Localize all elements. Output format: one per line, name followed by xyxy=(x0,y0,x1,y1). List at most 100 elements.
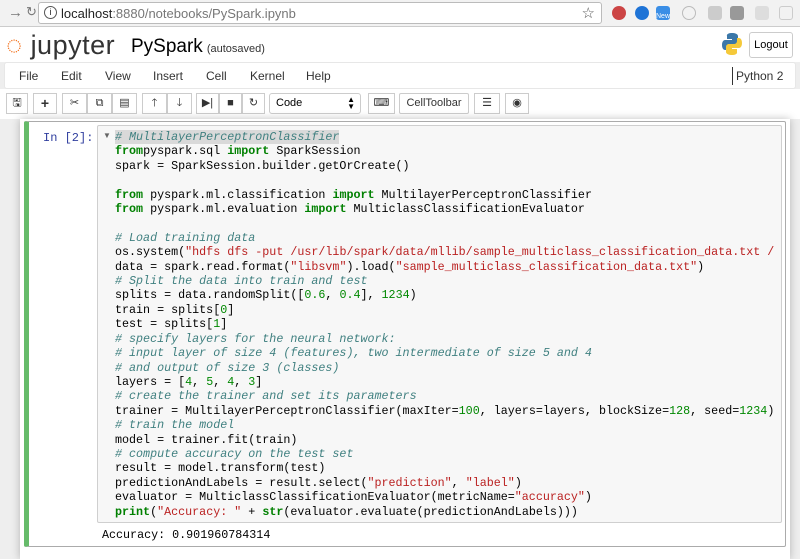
jupyter-logo[interactable]: ◌ jupyter xyxy=(6,30,115,61)
code-token: , xyxy=(325,288,340,303)
interrupt-button[interactable]: ■ xyxy=(219,93,242,114)
code-token: # specify layers for the neural network: xyxy=(115,331,396,346)
code-token: # train the model xyxy=(115,418,235,433)
code-line: os.system("hdfs dfs -put /usr/lib/spark/… xyxy=(115,245,774,259)
save-button[interactable]: 🖫 xyxy=(6,93,28,114)
paste-button[interactable]: ▤ xyxy=(112,93,137,114)
table-of-contents-button[interactable]: ☰ xyxy=(474,93,500,114)
code-token: from xyxy=(115,144,144,159)
menu-file[interactable]: File xyxy=(19,69,38,83)
menu-insert[interactable]: Insert xyxy=(153,69,183,83)
logo-text: jupyter xyxy=(30,30,116,60)
code-line: result = model.transform(test) xyxy=(115,461,774,475)
code-token: from xyxy=(115,187,144,202)
new-badge: New xyxy=(656,13,671,20)
celltoolbar-button[interactable]: CellToolbar xyxy=(399,93,469,114)
code-token: predictionAndLabels = result.select( xyxy=(115,475,368,490)
code-token: # create the trainer and set its paramet… xyxy=(115,389,417,404)
move-down-button[interactable]: 🡓 xyxy=(167,93,192,114)
code-token: "label" xyxy=(465,475,515,490)
code-token: ) xyxy=(409,288,417,303)
code-text[interactable]: # MultilayerPerceptronClassifier frompysp… xyxy=(115,130,774,519)
code-token: # compute accuracy on the test set xyxy=(115,446,354,461)
run-button[interactable]: ▶| xyxy=(196,93,219,114)
info-icon[interactable]: i xyxy=(44,6,57,19)
code-token: train = splits[ xyxy=(115,302,221,317)
code-token: data = spark.read.format( xyxy=(115,259,291,274)
code-token: 1234 xyxy=(381,288,410,303)
address-bar[interactable]: i localhost:8880/notebooks/PySpark.ipynb… xyxy=(38,2,602,24)
code-token: MultilayerPerceptronClassifier xyxy=(374,187,592,202)
code-token: , xyxy=(451,475,466,490)
code-line: splits = data.randomSplit([0.6, 0.4], 12… xyxy=(115,288,774,302)
fold-arrow-icon[interactable]: ▼ xyxy=(103,131,111,140)
code-token: import xyxy=(332,187,375,202)
code-token: spark = SparkSession.builder.getOrCreate… xyxy=(115,158,410,173)
code-line: print("Accuracy: " + str(evaluator.evalu… xyxy=(115,505,774,519)
code-line: # train the model xyxy=(115,418,774,432)
code-token: result = model.transform(test) xyxy=(115,461,326,476)
copy-button[interactable]: ⧉ xyxy=(87,93,112,114)
move-up-button[interactable]: 🡑 xyxy=(142,93,167,114)
menu-cell[interactable]: Cell xyxy=(206,69,227,83)
notebook-title[interactable]: PySpark (autosaved) xyxy=(131,36,265,58)
dropbox-icon[interactable] xyxy=(708,6,722,20)
reload-icon[interactable]: ↻ xyxy=(26,4,37,20)
code-token: , xyxy=(213,374,228,389)
code-token: 1234 xyxy=(739,403,768,418)
extension-b-icon[interactable] xyxy=(779,6,793,20)
code-token: , xyxy=(234,374,249,389)
code-token: model = trainer.fit(train) xyxy=(115,432,298,447)
code-line: train = splits[0] xyxy=(115,303,774,317)
code-line: trainer = MultilayerPerceptronClassifier… xyxy=(115,404,774,418)
code-token: # input layer of size 4 (features), two … xyxy=(115,346,592,361)
menu-help[interactable]: Help xyxy=(306,69,331,83)
menu-kernel[interactable]: Kernel xyxy=(250,69,285,83)
code-line: # MultilayerPerceptronClassifier xyxy=(115,130,774,144)
code-token: # Load training data xyxy=(115,230,256,245)
cell-type-select[interactable]: Code ▲ ▼ xyxy=(269,93,361,114)
keyboard-shortcuts-button[interactable]: ⌨ xyxy=(368,93,395,114)
code-token: ], xyxy=(360,288,382,303)
extension-blue-icon[interactable] xyxy=(635,6,649,20)
cut-button[interactable]: ✂ xyxy=(62,93,87,114)
notebook-name[interactable]: PySpark xyxy=(131,36,203,57)
code-editor[interactable]: # MultilayerPerceptronClassifier frompysp… xyxy=(97,125,782,523)
bookmark-star-icon[interactable]: ☆ xyxy=(582,4,595,22)
code-token: trainer = MultilayerPerceptronClassifier… xyxy=(115,403,459,418)
code-line: spark = SparkSession.builder.getOrCreate… xyxy=(115,159,774,173)
code-line: data = spark.read.format("libsvm").load(… xyxy=(115,260,774,274)
code-line: # specify layers for the neural network: xyxy=(115,332,774,346)
code-token: import xyxy=(304,202,347,217)
code-token: , xyxy=(192,374,207,389)
insert-cell-button[interactable]: + xyxy=(33,93,57,114)
code-token: 0.4 xyxy=(339,288,361,303)
code-line: evaluator = MulticlassClassificationEval… xyxy=(115,490,774,504)
menu-edit[interactable]: Edit xyxy=(61,69,82,83)
forward-icon[interactable]: → xyxy=(8,4,23,21)
logout-button[interactable]: Logout xyxy=(749,32,793,58)
drive-icon[interactable] xyxy=(755,6,769,20)
code-line: from pyspark.ml.classification import Mu… xyxy=(115,188,774,202)
cell-type-value: Code xyxy=(276,97,303,109)
code-token: # Split the data into train and test xyxy=(115,274,368,289)
select-arrows-icon: ▲ ▼ xyxy=(347,95,355,111)
autosave-status: (autosaved) xyxy=(206,43,265,55)
code-token: ) xyxy=(767,403,775,418)
code-line: predictionAndLabels = result.select("pre… xyxy=(115,476,774,490)
code-token: , seed= xyxy=(690,403,740,418)
code-token: ] xyxy=(255,374,263,389)
extension-gray-icon[interactable] xyxy=(730,6,744,20)
url-host: localhost xyxy=(61,6,113,21)
extension-new-icon[interactable]: New xyxy=(656,6,670,20)
extension-circle-icon[interactable] xyxy=(682,6,696,20)
restart-button[interactable]: ↻ xyxy=(242,93,265,114)
code-token: "sample_multiclass_classification_data.t… xyxy=(395,259,698,274)
code-line: # and output of size 3 (classes) xyxy=(115,361,774,375)
code-token: ).load( xyxy=(346,259,396,274)
github-button[interactable]: ◉ xyxy=(505,93,529,114)
input-prompt: In [2]: xyxy=(43,131,94,145)
menu-view[interactable]: View xyxy=(105,69,131,83)
extension-santa-icon[interactable] xyxy=(612,6,626,20)
code-line: # input layer of size 4 (features), two … xyxy=(115,346,774,360)
